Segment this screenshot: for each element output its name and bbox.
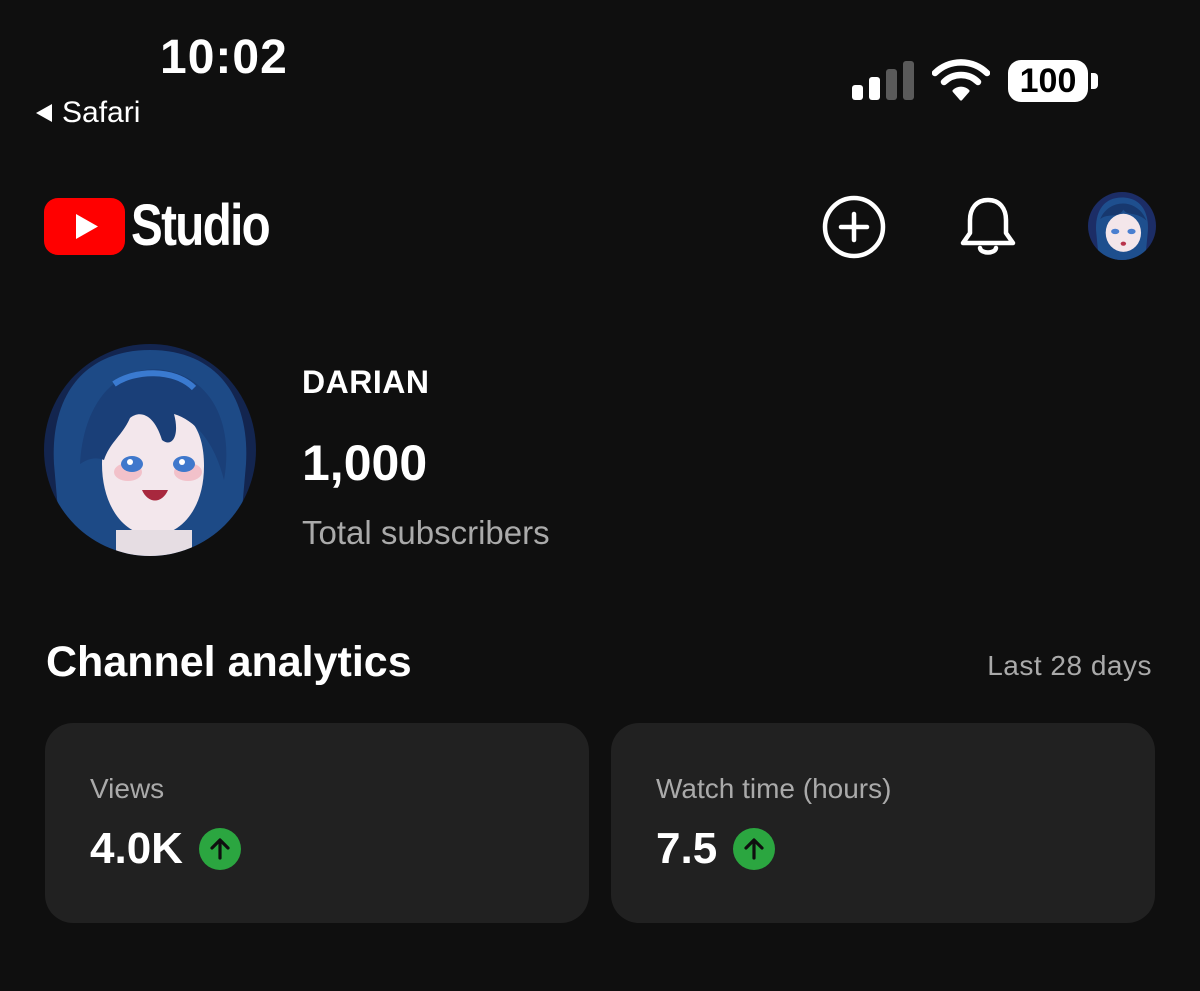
add-circle-icon xyxy=(822,195,886,259)
status-time: 10:02 xyxy=(160,31,288,84)
cellular-signal-icon xyxy=(852,61,914,100)
avatar xyxy=(1088,192,1156,260)
wifi-icon xyxy=(932,59,990,101)
watch-time-value: 7.5 xyxy=(656,824,718,873)
analytics-title: Channel analytics xyxy=(46,638,412,686)
create-button[interactable] xyxy=(821,194,887,260)
battery-level: 100 xyxy=(1019,62,1077,100)
account-avatar-button[interactable] xyxy=(1088,192,1156,260)
analytics-period: Last 28 days xyxy=(987,650,1152,681)
notifications-button[interactable] xyxy=(955,194,1021,260)
bell-icon xyxy=(960,197,1016,255)
battery-indicator: 100 xyxy=(1008,60,1100,102)
views-label: Views xyxy=(90,773,165,804)
subscriber-count: 1,000 xyxy=(302,435,428,491)
back-to-app-button[interactable]: Safari xyxy=(36,98,140,128)
channel-name: DARIAN xyxy=(302,364,430,400)
channel-avatar-image xyxy=(44,344,256,556)
watch-time-card[interactable]: Watch time (hours) 7.5 xyxy=(611,723,1155,923)
youtube-studio-logo[interactable]: Studio xyxy=(44,197,299,255)
channel-avatar[interactable] xyxy=(44,344,256,556)
views-card[interactable]: Views 4.0K xyxy=(45,723,589,923)
views-value: 4.0K xyxy=(90,824,183,873)
back-app-label: Safari xyxy=(62,96,141,129)
back-arrow-icon xyxy=(36,104,52,122)
youtube-play-icon xyxy=(44,197,125,255)
subscriber-label: Total subscribers xyxy=(302,514,550,551)
trend-up-icon xyxy=(733,828,776,870)
brand-name: Studio xyxy=(131,193,271,258)
watch-time-label: Watch time (hours) xyxy=(656,773,892,804)
trend-up-icon xyxy=(198,828,241,870)
